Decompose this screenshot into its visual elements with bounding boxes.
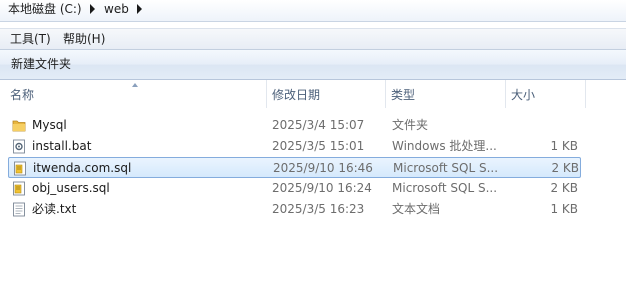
file-row[interactable]: 必读.txt 2025/3/5 16:23 文本文档 1 KB	[8, 199, 581, 220]
file-row[interactable]: install.bat 2025/3/5 15:01 Windows 批处理..…	[8, 136, 581, 157]
file-date: 2025/3/5 15:01	[272, 139, 365, 153]
file-size: 1 KB	[550, 139, 578, 153]
file-row[interactable]: obj_users.sql 2025/9/10 16:24 Microsoft …	[8, 178, 581, 199]
breadcrumb-folder[interactable]: web	[104, 1, 129, 18]
column-name[interactable]: 名称	[4, 80, 266, 108]
file-date: 2025/9/10 16:24	[272, 181, 372, 195]
batch-file-icon	[13, 139, 25, 154]
command-bar: 新建文件夹	[0, 50, 626, 80]
file-type: Microsoft SQL S...	[393, 161, 497, 175]
file-name: obj_users.sql	[32, 181, 110, 195]
file-date: 2025/3/5 16:23	[272, 202, 365, 216]
menu-tools[interactable]: 工具(T)	[6, 31, 55, 47]
column-type[interactable]: 类型	[385, 80, 505, 108]
new-folder-button[interactable]: 新建文件夹	[6, 55, 76, 73]
address-bar[interactable]: 本地磁盘 (C:) web	[0, 0, 626, 22]
file-size: 2 KB	[550, 181, 578, 195]
file-name: 必读.txt	[32, 202, 77, 216]
file-size: 2 KB	[551, 161, 579, 175]
file-name: itwenda.com.sql	[33, 161, 132, 175]
column-header: 名称 修改日期 类型 大小	[0, 80, 626, 108]
file-type: 文本文档	[392, 202, 441, 216]
text-file-icon	[13, 202, 25, 217]
file-row[interactable]: Mysql 2025/3/4 15:07 文件夹	[8, 115, 581, 136]
file-type: 文件夹	[392, 118, 429, 132]
file-type: Microsoft SQL S...	[392, 181, 496, 195]
sql-file-icon	[13, 181, 25, 196]
file-type: Windows 批处理...	[392, 139, 496, 153]
file-date: 2025/3/4 15:07	[272, 118, 365, 132]
file-date: 2025/9/10 16:46	[273, 161, 373, 175]
menu-help[interactable]: 帮助(H)	[59, 31, 109, 47]
breadcrumb-chevron-icon[interactable]	[137, 4, 142, 14]
folder-icon	[12, 120, 26, 132]
column-size[interactable]: 大小	[505, 80, 585, 108]
file-name: install.bat	[32, 139, 92, 153]
breadcrumb-chevron-icon[interactable]	[90, 4, 95, 14]
file-row-selected[interactable]: itwenda.com.sql 2025/9/10 16:46 Microsof…	[8, 157, 581, 178]
file-size	[504, 115, 578, 136]
file-name: Mysql	[32, 118, 67, 132]
menu-bar: 工具(T) 帮助(H)	[0, 28, 626, 50]
file-size: 1 KB	[550, 202, 578, 216]
breadcrumb-drive[interactable]: 本地磁盘 (C:)	[8, 1, 82, 18]
sql-file-icon	[14, 161, 26, 176]
column-divider[interactable]	[585, 80, 586, 108]
column-date[interactable]: 修改日期	[266, 80, 385, 108]
